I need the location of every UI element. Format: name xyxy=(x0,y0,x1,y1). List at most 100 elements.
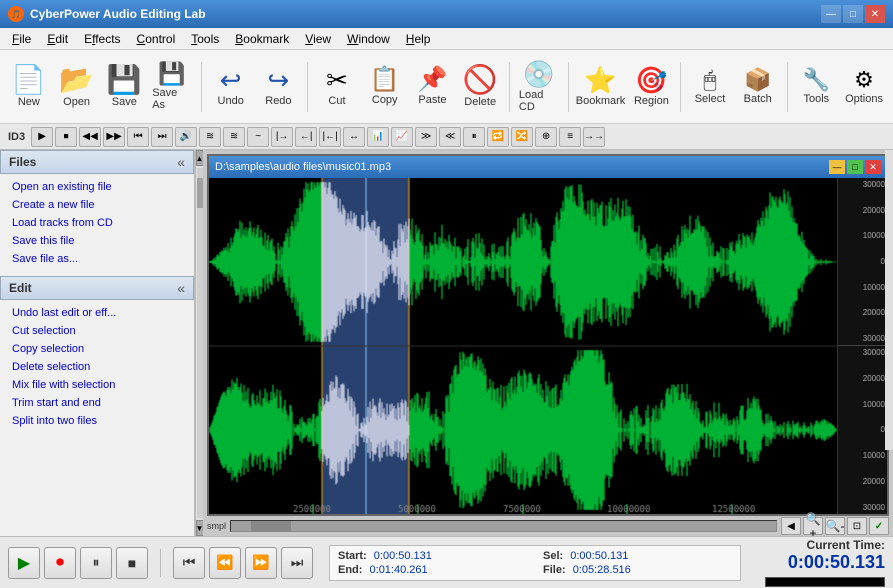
id3-btn-9[interactable]: ≋ xyxy=(223,127,245,147)
next-button[interactable]: ⏭ xyxy=(281,547,313,579)
files-header[interactable]: Files « xyxy=(0,150,194,174)
split-item[interactable]: Split into two files xyxy=(0,412,194,430)
open-existing-item[interactable]: Open an existing file xyxy=(0,178,194,196)
scroll-thumb[interactable] xyxy=(197,178,203,208)
paste-button[interactable]: 📌 Paste xyxy=(410,53,456,121)
id3-btn-11[interactable]: |→ xyxy=(271,127,293,147)
menu-tools[interactable]: Tools xyxy=(183,30,227,48)
waveform-canvas-area: 30000 20000 10000 0 10000 20000 30000 30… xyxy=(209,178,887,514)
scrollbar-thumb[interactable] xyxy=(251,521,291,531)
ruler-b2: 20000 xyxy=(840,374,885,383)
waveform-titlebar: D:\samples\audio files\music01.mp3 — □ ✕ xyxy=(209,156,887,178)
id3-btn-1[interactable]: ▶ xyxy=(31,127,53,147)
save-as-icon: 💾 xyxy=(158,63,185,85)
undo-item[interactable]: Undo last edit or eff... xyxy=(0,304,194,322)
play-button[interactable]: ▶ xyxy=(8,547,40,579)
delete-button[interactable]: 🚫 Delete xyxy=(457,53,503,121)
sep1 xyxy=(201,62,202,112)
id3-btn-2[interactable]: ⏹ xyxy=(55,127,77,147)
id3-btn-14[interactable]: ↔ xyxy=(343,127,365,147)
load-tracks-item[interactable]: Load tracks from CD xyxy=(0,214,194,232)
check-btn[interactable]: ✓ xyxy=(869,517,889,535)
id3-btn-19[interactable]: ⏸ xyxy=(463,127,485,147)
edit-header[interactable]: Edit « xyxy=(0,276,194,300)
stop-button[interactable]: ■ xyxy=(116,547,148,579)
id3-btn-17[interactable]: ≫ xyxy=(415,127,437,147)
new-button[interactable]: 📄 New xyxy=(6,53,52,121)
id3-btn-12[interactable]: ←| xyxy=(295,127,317,147)
menu-view[interactable]: View xyxy=(297,30,339,48)
id3-btn-8[interactable]: ≋ xyxy=(199,127,221,147)
trim-item[interactable]: Trim start and end xyxy=(0,394,194,412)
files-collapse-icon: « xyxy=(177,154,185,170)
record-button[interactable]: ⏺ xyxy=(44,547,76,579)
menu-file[interactable]: File xyxy=(4,30,39,48)
save-button[interactable]: 💾 Save xyxy=(101,53,147,121)
undo-button[interactable]: ↩ Undo xyxy=(208,53,254,121)
ruler-t5: 10000 xyxy=(840,283,885,292)
left-panel-scrollbar[interactable]: ▲ ▼ xyxy=(195,150,203,536)
options-button[interactable]: ⚙ Options xyxy=(841,53,887,121)
id3-btn-16[interactable]: 📈 xyxy=(391,127,413,147)
cut-selection-item[interactable]: Cut selection xyxy=(0,322,194,340)
ruler-b4: 0 xyxy=(840,425,885,434)
redo-button[interactable]: ↪ Redo xyxy=(256,53,302,121)
id3-btn-22[interactable]: ⊕ xyxy=(535,127,557,147)
batch-icon: 📦 xyxy=(744,69,771,91)
tools-icon: 🔧 xyxy=(803,69,830,91)
close-button[interactable]: ✕ xyxy=(865,5,885,23)
menu-help[interactable]: Help xyxy=(398,30,439,48)
create-new-item[interactable]: Create a new file xyxy=(0,196,194,214)
waveform-close[interactable]: ✕ xyxy=(865,160,881,174)
batch-button[interactable]: 📦 Batch xyxy=(735,53,781,121)
delete-selection-item[interactable]: Delete selection xyxy=(0,358,194,376)
save-file-as-item[interactable]: Save file as... xyxy=(0,250,194,268)
menu-bookmark[interactable]: Bookmark xyxy=(227,30,297,48)
copy-button[interactable]: 📋 Copy xyxy=(362,53,408,121)
copy-selection-item[interactable]: Copy selection xyxy=(0,340,194,358)
id3-btn-3[interactable]: ◀◀ xyxy=(79,127,101,147)
menu-edit[interactable]: Edit xyxy=(39,30,76,48)
load-cd-button[interactable]: 💿 Load CD xyxy=(516,53,562,121)
minimize-button[interactable]: — xyxy=(821,5,841,23)
menu-effects[interactable]: Effects xyxy=(76,30,128,48)
zoom-out-btn[interactable]: 🔍- xyxy=(825,517,845,535)
id3-btn-10[interactable]: ~ xyxy=(247,127,269,147)
zoom-fit-btn[interactable]: ⊡ xyxy=(847,517,867,535)
select-button[interactable]: 🖱 Select xyxy=(687,53,733,121)
menu-window[interactable]: Window xyxy=(339,30,398,48)
save-as-button[interactable]: 💾 Save As xyxy=(149,53,195,121)
id3-btn-5[interactable]: ⏮ xyxy=(127,127,149,147)
id3-btn-7[interactable]: 🔊 xyxy=(175,127,197,147)
waveform-maximize[interactable]: □ xyxy=(847,160,863,174)
maximize-button[interactable]: □ xyxy=(843,5,863,23)
scroll-left-btn[interactable]: ◀ xyxy=(781,517,801,535)
waveform-canvas[interactable] xyxy=(209,178,837,514)
waveform-scrollbar[interactable] xyxy=(230,520,777,532)
menu-control[interactable]: Control xyxy=(129,30,184,48)
id3-btn-21[interactable]: 🔀 xyxy=(511,127,533,147)
id3-btn-18[interactable]: ≪ xyxy=(439,127,461,147)
waveform-minimize[interactable]: — xyxy=(829,160,845,174)
id3-btn-15[interactable]: 📊 xyxy=(367,127,389,147)
pause-button[interactable]: ⏸ xyxy=(80,547,112,579)
toolbar: 📄 New 📂 Open 💾 Save 💾 Save As ↩ Undo ↪ R… xyxy=(0,50,893,124)
fwd-button[interactable]: ⏩ xyxy=(245,547,277,579)
id3-btn-20[interactable]: 🔁 xyxy=(487,127,509,147)
id3-btn-24[interactable]: →→ xyxy=(583,127,605,147)
left-panel: Files « Open an existing file Create a n… xyxy=(0,150,195,536)
rwd-button[interactable]: ⏪ xyxy=(209,547,241,579)
cut-button[interactable]: ✂ Cut xyxy=(314,53,360,121)
id3-btn-6[interactable]: ⏭ xyxy=(151,127,173,147)
zoom-in-btn[interactable]: 🔍+ xyxy=(803,517,823,535)
open-button[interactable]: 📂 Open xyxy=(54,53,100,121)
id3-btn-4[interactable]: ▶▶ xyxy=(103,127,125,147)
save-file-item[interactable]: Save this file xyxy=(0,232,194,250)
tools-button[interactable]: 🔧 Tools xyxy=(793,53,839,121)
mix-file-item[interactable]: Mix file with selection xyxy=(0,376,194,394)
bookmark-button[interactable]: ⭐ Bookmark xyxy=(575,53,627,121)
id3-btn-23[interactable]: ≡ xyxy=(559,127,581,147)
id3-btn-13[interactable]: |←| xyxy=(319,127,341,147)
region-button[interactable]: 🎯 Region xyxy=(629,53,675,121)
prev-button[interactable]: ⏮ xyxy=(173,547,205,579)
